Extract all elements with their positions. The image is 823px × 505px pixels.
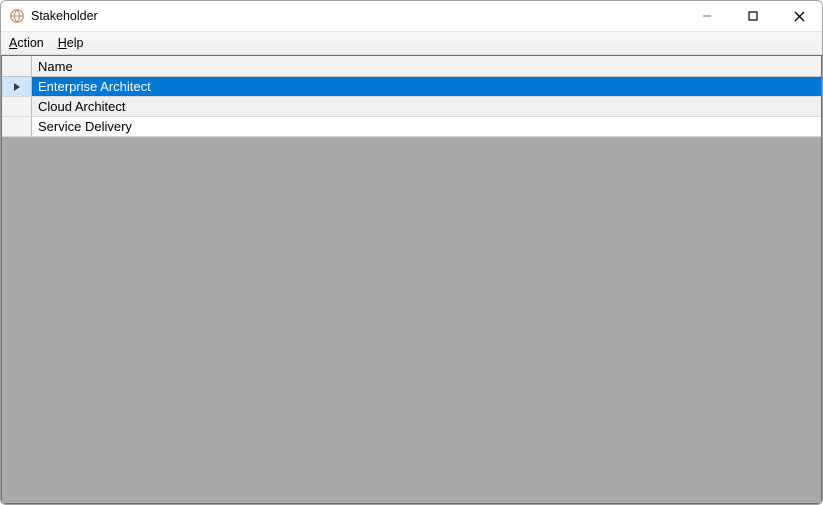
grid-empty-area: [2, 137, 821, 503]
row-header-corner[interactable]: [2, 56, 32, 76]
minimize-button[interactable]: [684, 1, 730, 31]
app-window: Stakeholder Action Help: [0, 0, 823, 505]
grid-header-row: Name: [2, 56, 821, 77]
close-button[interactable]: [776, 1, 822, 31]
cell-name[interactable]: Cloud Architect: [32, 97, 821, 116]
grid-container: Name Enterprise Architect Cloud Architec…: [1, 55, 822, 504]
window-title: Stakeholder: [31, 9, 98, 23]
table-row[interactable]: Cloud Architect: [2, 97, 821, 117]
table-row[interactable]: Enterprise Architect: [2, 77, 821, 97]
menu-action-rest: ction: [17, 36, 43, 50]
maximize-button[interactable]: [730, 1, 776, 31]
current-row-indicator-icon: [13, 82, 21, 92]
grid-body: Enterprise Architect Cloud Architect Ser…: [2, 77, 821, 137]
menu-help-rest: elp: [67, 36, 84, 50]
row-header[interactable]: [2, 117, 32, 136]
cell-name[interactable]: Enterprise Architect: [32, 77, 821, 96]
row-header[interactable]: [2, 97, 32, 116]
titlebar[interactable]: Stakeholder: [1, 1, 822, 31]
menu-help[interactable]: Help: [58, 36, 84, 50]
row-header[interactable]: [2, 77, 32, 96]
menubar: Action Help: [1, 31, 822, 55]
column-header-name[interactable]: Name: [32, 56, 821, 76]
cell-name[interactable]: Service Delivery: [32, 117, 821, 136]
menu-action[interactable]: Action: [9, 36, 44, 50]
app-icon: [9, 8, 25, 24]
table-row[interactable]: Service Delivery: [2, 117, 821, 137]
window-controls: [684, 1, 822, 31]
